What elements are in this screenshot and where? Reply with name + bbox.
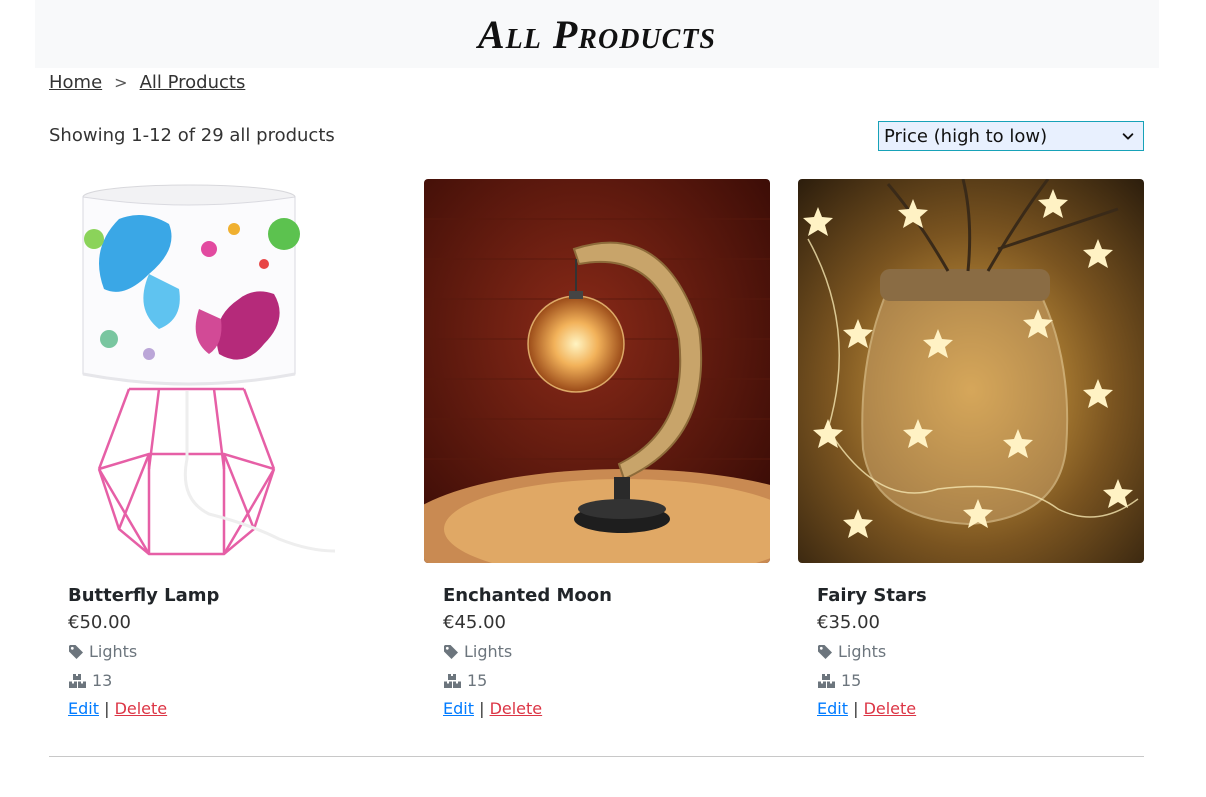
product-category[interactable]: Lights (817, 641, 1144, 662)
sort-select[interactable]: Price (high to low) (878, 121, 1144, 151)
product-name[interactable]: Enchanted Moon (443, 585, 770, 606)
product-price: €50.00 (68, 612, 131, 633)
product-category[interactable]: Lights (443, 641, 770, 662)
product-actions: Edit | Delete (68, 699, 395, 718)
action-divider: | (104, 699, 110, 718)
delete-link[interactable]: Delete (490, 699, 543, 718)
product-actions: Edit | Delete (443, 699, 770, 718)
product-card: Fairy Stars €35.00 Lights 15 Edit | Dele… (798, 179, 1144, 718)
product-image-fairy-stars[interactable] (798, 179, 1144, 563)
section-divider (49, 756, 1144, 757)
product-name[interactable]: Fairy Stars (817, 585, 1144, 606)
product-price: €45.00 (443, 612, 506, 633)
product-category[interactable]: Lights (68, 641, 395, 662)
edit-link[interactable]: Edit (68, 699, 99, 718)
breadcrumb: Home > All Products (49, 72, 245, 93)
delete-link[interactable]: Delete (864, 699, 917, 718)
product-price: €35.00 (817, 612, 880, 633)
tag-icon (69, 644, 83, 659)
product-category-label: Lights (89, 642, 138, 661)
product-image-enchanted-moon[interactable] (424, 179, 770, 563)
page-title: All Products (477, 11, 716, 57)
product-category-label: Lights (838, 642, 887, 661)
product-category-label: Lights (464, 642, 513, 661)
boxes-icon (69, 673, 86, 688)
boxes-icon (818, 673, 835, 688)
product-stock-count: 15 (467, 671, 488, 690)
sort-selected-value: Price (high to low) (884, 125, 1048, 147)
product-stock: 13 (68, 670, 395, 691)
result-count: Showing 1-12 of 29 all products (49, 125, 335, 146)
product-name[interactable]: Butterfly Lamp (68, 585, 395, 606)
product-card: Butterfly Lamp €50.00 Lights 13 Edit | D… (49, 179, 395, 718)
product-stock-count: 15 (841, 671, 862, 690)
breadcrumb-home-link[interactable]: Home (49, 72, 102, 93)
chevron-down-icon (1122, 133, 1134, 140)
edit-link[interactable]: Edit (817, 699, 848, 718)
delete-link[interactable]: Delete (115, 699, 168, 718)
breadcrumb-separator: > (114, 73, 128, 92)
product-stock: 15 (817, 670, 1144, 691)
page-header: All Products (35, 0, 1159, 68)
product-stock: 15 (443, 670, 770, 691)
edit-link[interactable]: Edit (443, 699, 474, 718)
action-divider: | (853, 699, 859, 718)
product-card: Enchanted Moon €45.00 Lights 15 Edit | D… (424, 179, 770, 718)
boxes-icon (444, 673, 461, 688)
tag-icon (818, 644, 832, 659)
tag-icon (444, 644, 458, 659)
product-stock-count: 13 (92, 671, 113, 690)
breadcrumb-current-link[interactable]: All Products (140, 72, 246, 93)
product-actions: Edit | Delete (817, 699, 1144, 718)
action-divider: | (479, 699, 485, 718)
product-image-butterfly-lamp[interactable] (49, 179, 395, 563)
